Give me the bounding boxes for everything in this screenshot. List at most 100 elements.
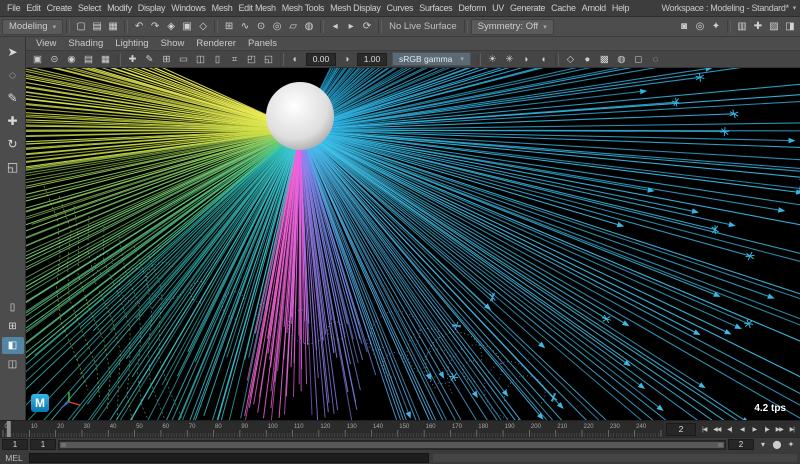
- output-connections-icon[interactable]: ▸: [343, 19, 359, 35]
- snap-grid-icon[interactable]: ⊞: [221, 19, 237, 35]
- command-line-mode-label[interactable]: MEL: [2, 453, 26, 463]
- default-lighting-icon[interactable]: ☀: [484, 52, 501, 67]
- safe-title-icon[interactable]: ◱: [260, 52, 277, 67]
- all-lights-icon[interactable]: ✳: [501, 52, 518, 67]
- section-divider[interactable]: [66, 20, 70, 33]
- menu-edit[interactable]: Edit: [23, 2, 43, 14]
- previous-key-button[interactable]: ◀◀: [711, 422, 724, 437]
- layout-persp-outliner[interactable]: ◧: [2, 337, 24, 354]
- menu-mesh[interactable]: Mesh: [209, 2, 236, 14]
- paint-select-tool[interactable]: ✎: [2, 87, 24, 108]
- current-frame-field[interactable]: 2: [666, 423, 696, 436]
- tool-settings-toggle-icon[interactable]: ✚: [750, 19, 766, 35]
- safe-action-icon[interactable]: ◰: [243, 52, 260, 67]
- command-line-input[interactable]: [29, 453, 429, 463]
- section-divider[interactable]: [378, 20, 382, 33]
- snap-point-icon[interactable]: ⊙: [253, 19, 269, 35]
- smooth-shade-icon[interactable]: ●: [579, 52, 596, 67]
- viewport-panel[interactable]: M 4.2 tps: [26, 68, 800, 420]
- play-forward-button[interactable]: ▶: [748, 422, 761, 437]
- grease-pencil-icon[interactable]: ✎: [141, 52, 158, 67]
- section-divider[interactable]: [555, 53, 559, 66]
- modeling-toolkit-toggle-icon[interactable]: ◨: [782, 19, 798, 35]
- menu-mesh-display[interactable]: Mesh Display: [327, 2, 383, 14]
- play-backward-button[interactable]: ◀: [736, 422, 749, 437]
- move-tool[interactable]: ✚: [2, 110, 24, 131]
- menu-file[interactable]: File: [4, 2, 23, 14]
- render-frame-icon[interactable]: ◙: [676, 19, 692, 35]
- grid-toggle-icon[interactable]: ⊞: [158, 52, 175, 67]
- character-set-icon[interactable]: ▾: [756, 439, 770, 451]
- menu-mesh-tools[interactable]: Mesh Tools: [279, 2, 327, 14]
- go-to-end-button[interactable]: ▶|: [786, 422, 799, 437]
- gate-mask-icon[interactable]: ▯: [209, 52, 226, 67]
- menu-generate[interactable]: Generate: [507, 2, 548, 14]
- panel-menu-renderer[interactable]: Renderer: [190, 38, 242, 49]
- panel-menu-view[interactable]: View: [30, 38, 62, 49]
- menu-help[interactable]: Help: [609, 2, 632, 14]
- menu-modify[interactable]: Modify: [104, 2, 135, 14]
- select-hierarchy-icon[interactable]: ◈: [163, 19, 179, 35]
- panel-menu-lighting[interactable]: Lighting: [109, 38, 154, 49]
- layout-hypershade[interactable]: ◫: [2, 356, 24, 373]
- camera-attributes-icon[interactable]: ◉: [63, 52, 80, 67]
- menu-set-selector[interactable]: Modeling ▾: [2, 19, 63, 35]
- input-connections-icon[interactable]: ◂: [327, 19, 343, 35]
- menu-surfaces[interactable]: Surfaces: [416, 2, 455, 14]
- step-back-button[interactable]: ◀|: [723, 422, 736, 437]
- new-scene-icon[interactable]: ▢: [73, 19, 89, 35]
- open-scene-icon[interactable]: ▤: [89, 19, 105, 35]
- panel-menu-show[interactable]: Show: [155, 38, 191, 49]
- animation-start-field[interactable]: 1: [2, 439, 28, 450]
- textured-icon[interactable]: ▩: [596, 52, 613, 67]
- auto-keyframe-icon[interactable]: ⬤: [770, 439, 784, 451]
- range-start-handle[interactable]: [61, 443, 66, 447]
- exposure-icon[interactable]: ◐: [287, 52, 304, 67]
- section-divider[interactable]: [320, 20, 324, 33]
- make-object-live-icon[interactable]: ◍: [301, 19, 317, 35]
- select-tool[interactable]: ➤: [2, 41, 24, 62]
- bookmark-icon[interactable]: ▤: [80, 52, 97, 67]
- select-component-icon[interactable]: ◇: [195, 19, 211, 35]
- shadows-icon[interactable]: ◗: [518, 52, 535, 67]
- range-slider-track[interactable]: [58, 440, 726, 450]
- field-chart-icon[interactable]: ⌗: [226, 52, 243, 67]
- menu-select[interactable]: Select: [75, 2, 104, 14]
- channel-box-toggle-icon[interactable]: ▨: [766, 19, 782, 35]
- animation-preferences-icon[interactable]: ✦: [784, 439, 798, 451]
- select-object-icon[interactable]: ▣: [179, 19, 195, 35]
- panel-menu-panels[interactable]: Panels: [242, 38, 283, 49]
- image-plane-icon[interactable]: ▦: [97, 52, 114, 67]
- snap-view-plane-icon[interactable]: ▱: [285, 19, 301, 35]
- menu-display[interactable]: Display: [135, 2, 168, 14]
- lasso-tool[interactable]: ◌: [2, 64, 24, 85]
- attribute-editor-toggle-icon[interactable]: ▥: [734, 19, 750, 35]
- section-divider[interactable]: [477, 53, 481, 66]
- playback-start-field[interactable]: 1: [30, 439, 56, 450]
- menu-arnold[interactable]: Arnold: [579, 2, 609, 14]
- exposure-field[interactable]: 0.00: [306, 53, 336, 66]
- menu-cache[interactable]: Cache: [548, 2, 579, 14]
- playback-end-field[interactable]: 2: [728, 439, 754, 450]
- xray-icon[interactable]: ◻: [630, 52, 647, 67]
- rotate-tool[interactable]: ↻: [2, 133, 24, 154]
- time-slider-track[interactable]: 0102030405060708090100110120130140150160…: [0, 421, 664, 438]
- isolate-select-icon[interactable]: ◌: [647, 52, 664, 67]
- section-divider[interactable]: [214, 20, 218, 33]
- menu-create[interactable]: Create: [44, 2, 75, 14]
- snap-projected-center-icon[interactable]: ◎: [269, 19, 285, 35]
- wireframe-icon[interactable]: ◇: [562, 52, 579, 67]
- occlusion-icon[interactable]: ◖: [535, 52, 552, 67]
- workspace-selector[interactable]: Workspace : Modeling - Standard* ▾: [661, 3, 796, 13]
- snap-curve-icon[interactable]: ∿: [237, 19, 253, 35]
- section-divider[interactable]: [464, 20, 468, 33]
- section-divider[interactable]: [727, 20, 731, 33]
- panel-menu-shading[interactable]: Shading: [62, 38, 109, 49]
- resolution-gate-icon[interactable]: ◫: [192, 52, 209, 67]
- select-camera-icon[interactable]: ▣: [29, 52, 46, 67]
- menu-uv[interactable]: UV: [489, 2, 507, 14]
- section-divider[interactable]: [124, 20, 128, 33]
- construction-history-icon[interactable]: ⟳: [359, 19, 375, 35]
- colorspace-selector[interactable]: sRGB gamma ▾: [392, 52, 471, 66]
- render-settings-icon[interactable]: ✦: [708, 19, 724, 35]
